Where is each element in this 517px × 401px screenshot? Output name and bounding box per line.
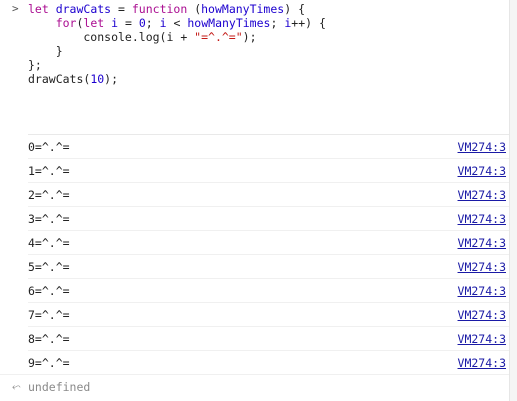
code-token: 10 xyxy=(90,72,105,86)
log-source-link[interactable]: VM274:3 xyxy=(458,164,506,178)
code-token: < xyxy=(166,16,188,30)
code-token: "=^.^=" xyxy=(194,30,243,44)
code-token: ); xyxy=(104,72,119,86)
log-message: 4=^.^= xyxy=(28,236,70,250)
code-token: howManyTimes xyxy=(187,16,271,30)
code-line: let drawCats = function (howManyTimes) { xyxy=(28,2,510,16)
code-token: = xyxy=(118,16,139,30)
log-row: 2=^.^= VM274:3 xyxy=(28,182,510,206)
log-source-link[interactable]: VM274:3 xyxy=(458,356,506,370)
code-token: ; xyxy=(270,16,285,30)
log-source-link[interactable]: VM274:3 xyxy=(458,284,506,298)
log-message: 1=^.^= xyxy=(28,164,70,178)
code-line: drawCats(10); xyxy=(28,72,510,86)
log-row: 9=^.^= VM274:3 xyxy=(28,350,510,374)
log-row: 3=^.^= VM274:3 xyxy=(28,206,510,230)
code-line: for(let i = 0; i < howManyTimes; i++) { xyxy=(28,16,510,30)
result-value: undefined xyxy=(28,380,91,394)
return-arrow-icon: ⬿ xyxy=(12,380,21,393)
log-source-link[interactable]: VM274:3 xyxy=(458,212,506,226)
log-source-link[interactable]: VM274:3 xyxy=(458,260,506,274)
code-token: drawCats xyxy=(55,2,112,16)
log-message: 7=^.^= xyxy=(28,308,70,322)
code-token: let xyxy=(28,2,56,16)
log-message: 6=^.^= xyxy=(28,284,70,298)
code-token: 0 xyxy=(138,16,146,30)
code-token: i xyxy=(159,16,167,30)
log-row: 6=^.^= VM274:3 xyxy=(28,278,510,302)
code-token: = xyxy=(111,2,132,16)
code-token: ( xyxy=(187,2,202,16)
code-token: for xyxy=(55,16,77,30)
code-token: console.log(i + xyxy=(28,30,195,44)
log-message: 5=^.^= xyxy=(28,260,70,274)
log-source-link[interactable]: VM274:3 xyxy=(458,308,506,322)
code-token: ) { xyxy=(284,2,305,16)
console-result-row: ⬿ undefined xyxy=(0,374,510,398)
code-token: ; xyxy=(145,16,160,30)
log-row: 1=^.^= VM274:3 xyxy=(28,158,510,182)
code-token: }; xyxy=(28,58,42,72)
log-row: 4=^.^= VM274:3 xyxy=(28,230,510,254)
log-source-link[interactable]: VM274:3 xyxy=(458,188,506,202)
log-source-link[interactable]: VM274:3 xyxy=(458,140,506,154)
code-line: console.log(i + "=^.^="); xyxy=(28,30,510,44)
code-token: ); xyxy=(242,30,257,44)
code-token: let xyxy=(83,16,105,30)
log-row: 8=^.^= VM274:3 xyxy=(28,326,510,350)
log-message: 2=^.^= xyxy=(28,188,70,202)
code-token: howManyTimes xyxy=(201,2,285,16)
log-source-link[interactable]: VM274:3 xyxy=(458,236,506,250)
log-row: 5=^.^= VM274:3 xyxy=(28,254,510,278)
devtools-console: > let drawCats = function (howManyTimes)… xyxy=(0,0,510,401)
code-token: function xyxy=(131,2,188,16)
log-row: 0=^.^= VM274:3 xyxy=(28,134,510,158)
log-message: 3=^.^= xyxy=(28,212,70,226)
code-token: } xyxy=(28,44,63,58)
vertical-scrollbar[interactable] xyxy=(509,0,517,401)
chevron-right-icon: > xyxy=(12,2,19,15)
code-line: }; xyxy=(28,58,510,72)
code-token: drawCats( xyxy=(28,72,91,86)
log-message: 9=^.^= xyxy=(28,356,70,370)
log-source-link[interactable]: VM274:3 xyxy=(458,332,506,346)
log-row: 7=^.^= VM274:3 xyxy=(28,302,510,326)
code-token: ++) { xyxy=(291,16,326,30)
log-message: 8=^.^= xyxy=(28,332,70,346)
code-block: let drawCats = function (howManyTimes) {… xyxy=(28,2,510,86)
log-message: 0=^.^= xyxy=(28,140,70,154)
console-log-list: 0=^.^= VM274:3 1=^.^= VM274:3 2=^.^= VM274:3 3… xyxy=(0,134,510,374)
code-line: } xyxy=(28,44,510,58)
console-input-entry[interactable]: > let drawCats = function (howManyTimes)… xyxy=(0,0,510,134)
